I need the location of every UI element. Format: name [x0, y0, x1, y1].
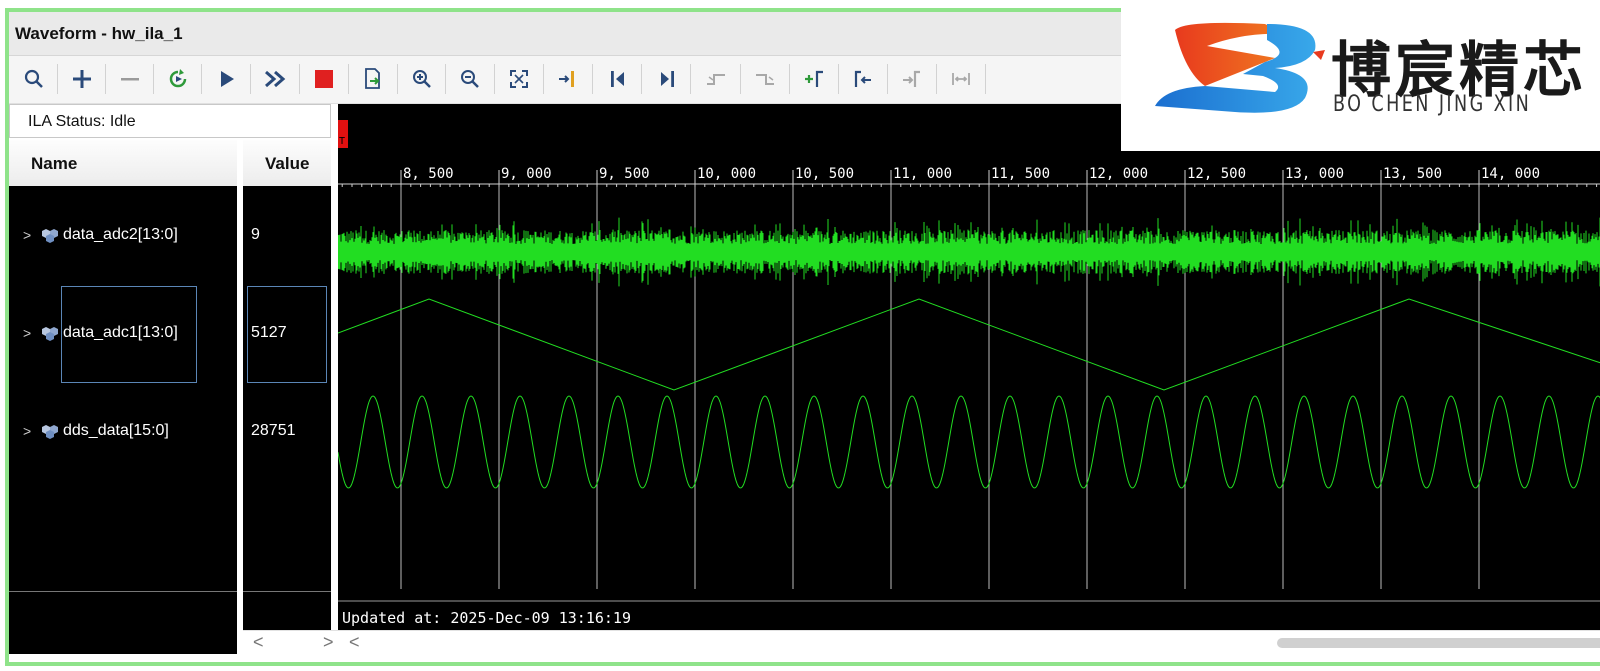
- signal-name: dds_data[15:0]: [63, 422, 169, 439]
- next-transition-icon[interactable]: [752, 66, 778, 92]
- expand-chevron-icon[interactable]: >: [23, 423, 31, 439]
- remove-icon[interactable]: [117, 66, 143, 92]
- bus-icon: [41, 424, 59, 445]
- time-tick-label: 9, 500: [599, 166, 650, 182]
- go-to-cursor-icon[interactable]: [555, 66, 581, 92]
- signal-name-list: > data_adc2[13:0] > data_adc1[13:0] > dd…: [9, 186, 237, 592]
- signal-value: 28751: [251, 422, 296, 439]
- play-icon[interactable]: [214, 66, 240, 92]
- signal-row-dds-data[interactable]: > dds_data[15:0]: [9, 418, 237, 448]
- swap-cursors-icon[interactable]: [948, 66, 974, 92]
- next-marker-icon[interactable]: [899, 66, 925, 92]
- value-selection-box: [247, 286, 327, 383]
- time-ruler: 8, 500 9, 000 9, 500 10, 000 10, 500 11, 000 1…: [338, 166, 1600, 187]
- time-tick-label: 11, 000: [893, 166, 952, 182]
- time-tick-label: 11, 500: [991, 166, 1050, 182]
- ila-status-value: Idle: [109, 113, 136, 130]
- company-logo: 博宸精芯 BO CHEN JING XIN: [1121, 0, 1600, 151]
- time-tick-label: 10, 000: [697, 166, 756, 182]
- trace-dds-data: [338, 395, 1600, 489]
- name-column-header[interactable]: Name: [9, 140, 237, 186]
- fast-forward-icon[interactable]: [262, 66, 288, 92]
- run-trigger-icon[interactable]: [165, 66, 191, 92]
- search-icon[interactable]: [21, 66, 47, 92]
- time-tick-label: 8, 500: [403, 166, 454, 182]
- expand-chevron-icon[interactable]: >: [23, 227, 31, 243]
- zoom-fit-icon[interactable]: [506, 66, 532, 92]
- value-list-footer: [243, 592, 331, 630]
- add-icon[interactable]: [69, 66, 95, 92]
- stop-icon[interactable]: [311, 66, 337, 92]
- time-tick-label: 9, 000: [501, 166, 552, 182]
- signal-row-data-adc2[interactable]: > data_adc2[13:0]: [9, 222, 237, 252]
- logo-english-text: BO CHEN JING XIN: [1333, 92, 1532, 117]
- horizontal-scrollbar[interactable]: < > <: [243, 630, 1600, 654]
- trace-data-adc1: [338, 298, 1600, 391]
- export-icon[interactable]: [360, 66, 386, 92]
- zoom-out-icon[interactable]: [457, 66, 483, 92]
- wave-scroll-left-arrow-icon[interactable]: <: [349, 632, 360, 653]
- time-tick-label: 12, 000: [1089, 166, 1148, 182]
- trigger-marker-label: T: [339, 136, 345, 147]
- prev-marker-icon[interactable]: [850, 66, 876, 92]
- prev-transition-icon[interactable]: [703, 66, 729, 92]
- bus-icon: [41, 228, 59, 249]
- signal-traces: [338, 217, 1600, 489]
- scroll-left-arrow-icon[interactable]: <: [253, 632, 264, 653]
- trace-data-adc2: [338, 217, 1600, 287]
- zb-logo-mark-icon: [1155, 22, 1325, 113]
- name-list-footer: [9, 592, 237, 654]
- go-to-start-icon[interactable]: [605, 66, 631, 92]
- go-to-end-icon[interactable]: [654, 66, 680, 92]
- add-marker-icon[interactable]: [801, 66, 827, 92]
- waveform-plot[interactable]: 8, 500 9, 000 9, 500 10, 000 10, 500 11, 000 1…: [338, 104, 1600, 630]
- bus-icon: [41, 326, 59, 347]
- waveform-canvas[interactable]: 8, 500 9, 000 9, 500 10, 000 10, 500 11, 000 1…: [338, 104, 1600, 630]
- signal-value: 9: [251, 226, 260, 243]
- time-tick-label: 12, 500: [1187, 166, 1246, 182]
- name-selection-box: [61, 286, 197, 383]
- zoom-in-icon[interactable]: [409, 66, 435, 92]
- window-title: Waveform - hw_ila_1: [15, 24, 183, 43]
- signal-value-list: 9 5127 28751: [243, 186, 331, 592]
- time-tick-label: 13, 000: [1285, 166, 1344, 182]
- scroll-thumb[interactable]: [1277, 638, 1600, 648]
- time-tick-label: 14, 000: [1481, 166, 1540, 182]
- value-column-header[interactable]: Value: [243, 140, 331, 186]
- time-tick-label: 13, 500: [1383, 166, 1442, 182]
- updated-timestamp: Updated at: 2025-Dec-09 13:16:19: [342, 609, 631, 627]
- ila-status: ILA Status: Idle: [9, 104, 331, 138]
- time-tick-label: 10, 500: [795, 166, 854, 182]
- ila-status-label: ILA Status:: [28, 113, 106, 130]
- scroll-right-arrow-icon[interactable]: >: [323, 632, 334, 653]
- expand-chevron-icon[interactable]: >: [23, 325, 31, 341]
- signal-name: data_adc2[13:0]: [63, 226, 178, 243]
